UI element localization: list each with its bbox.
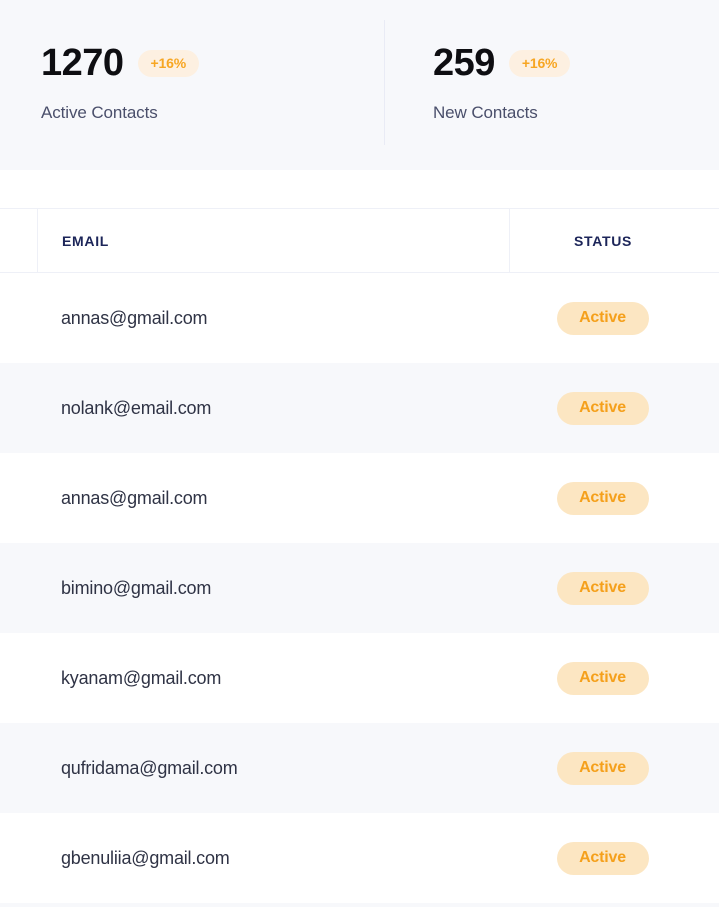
- stat-card-active-contacts: 1270 +16% Active Contacts: [0, 0, 384, 123]
- stat-card-new-contacts: 259 +16% New Contacts: [384, 0, 719, 123]
- cell-email: nolank@email.com: [0, 398, 509, 419]
- stat-value: 259: [433, 44, 495, 82]
- status-badge: Active: [557, 302, 649, 335]
- cell-status: Active: [509, 752, 719, 785]
- table-row[interactable]: annas@gmail.com Active: [0, 273, 719, 363]
- cell-status: Active: [509, 842, 719, 875]
- cell-email: gbenuliia@gmail.com: [0, 848, 509, 869]
- stat-label: New Contacts: [433, 103, 719, 123]
- cell-status: Active: [509, 662, 719, 695]
- cell-status: Active: [509, 392, 719, 425]
- status-badge: Active: [557, 392, 649, 425]
- table-row[interactable]: annas@gmail.com Active: [0, 453, 719, 543]
- stat-top-row: 1270 +16%: [41, 44, 384, 82]
- column-header-email[interactable]: EMAIL: [37, 209, 509, 272]
- status-badge: Active: [557, 662, 649, 695]
- stat-label: Active Contacts: [41, 103, 384, 123]
- table-header-leading-spacer: [0, 209, 37, 272]
- cell-status: Active: [509, 482, 719, 515]
- contacts-table: EMAIL STATUS annas@gmail.com Active nola…: [0, 208, 719, 907]
- stat-top-row: 259 +16%: [433, 44, 719, 82]
- stat-delta-badge: +16%: [138, 50, 199, 77]
- status-badge: Active: [557, 842, 649, 875]
- status-badge: Active: [557, 572, 649, 605]
- column-header-email-label: EMAIL: [62, 233, 109, 249]
- cell-status: Active: [509, 572, 719, 605]
- panel-table-gap: [0, 170, 719, 208]
- status-badge: Active: [557, 482, 649, 515]
- stat-delta-badge: +16%: [509, 50, 570, 77]
- table-row-partial[interactable]: [0, 903, 719, 907]
- status-badge: Active: [557, 752, 649, 785]
- table-header-row: EMAIL STATUS: [0, 208, 719, 273]
- cell-email: annas@gmail.com: [0, 308, 509, 329]
- stat-value: 1270: [41, 44, 124, 82]
- column-header-status[interactable]: STATUS: [509, 209, 719, 272]
- cell-email: qufridama@gmail.com: [0, 758, 509, 779]
- column-header-status-label: STATUS: [574, 233, 632, 249]
- table-row[interactable]: gbenuliia@gmail.com Active: [0, 813, 719, 903]
- stats-panel: 1270 +16% Active Contacts 259 +16% New C…: [0, 0, 719, 170]
- table-row[interactable]: bimino@gmail.com Active: [0, 543, 719, 633]
- cell-email: annas@gmail.com: [0, 488, 509, 509]
- cell-email: bimino@gmail.com: [0, 578, 509, 599]
- table-row[interactable]: kyanam@gmail.com Active: [0, 633, 719, 723]
- cell-status: Active: [509, 302, 719, 335]
- cell-email: kyanam@gmail.com: [0, 668, 509, 689]
- table-row[interactable]: qufridama@gmail.com Active: [0, 723, 719, 813]
- table-row[interactable]: nolank@email.com Active: [0, 363, 719, 453]
